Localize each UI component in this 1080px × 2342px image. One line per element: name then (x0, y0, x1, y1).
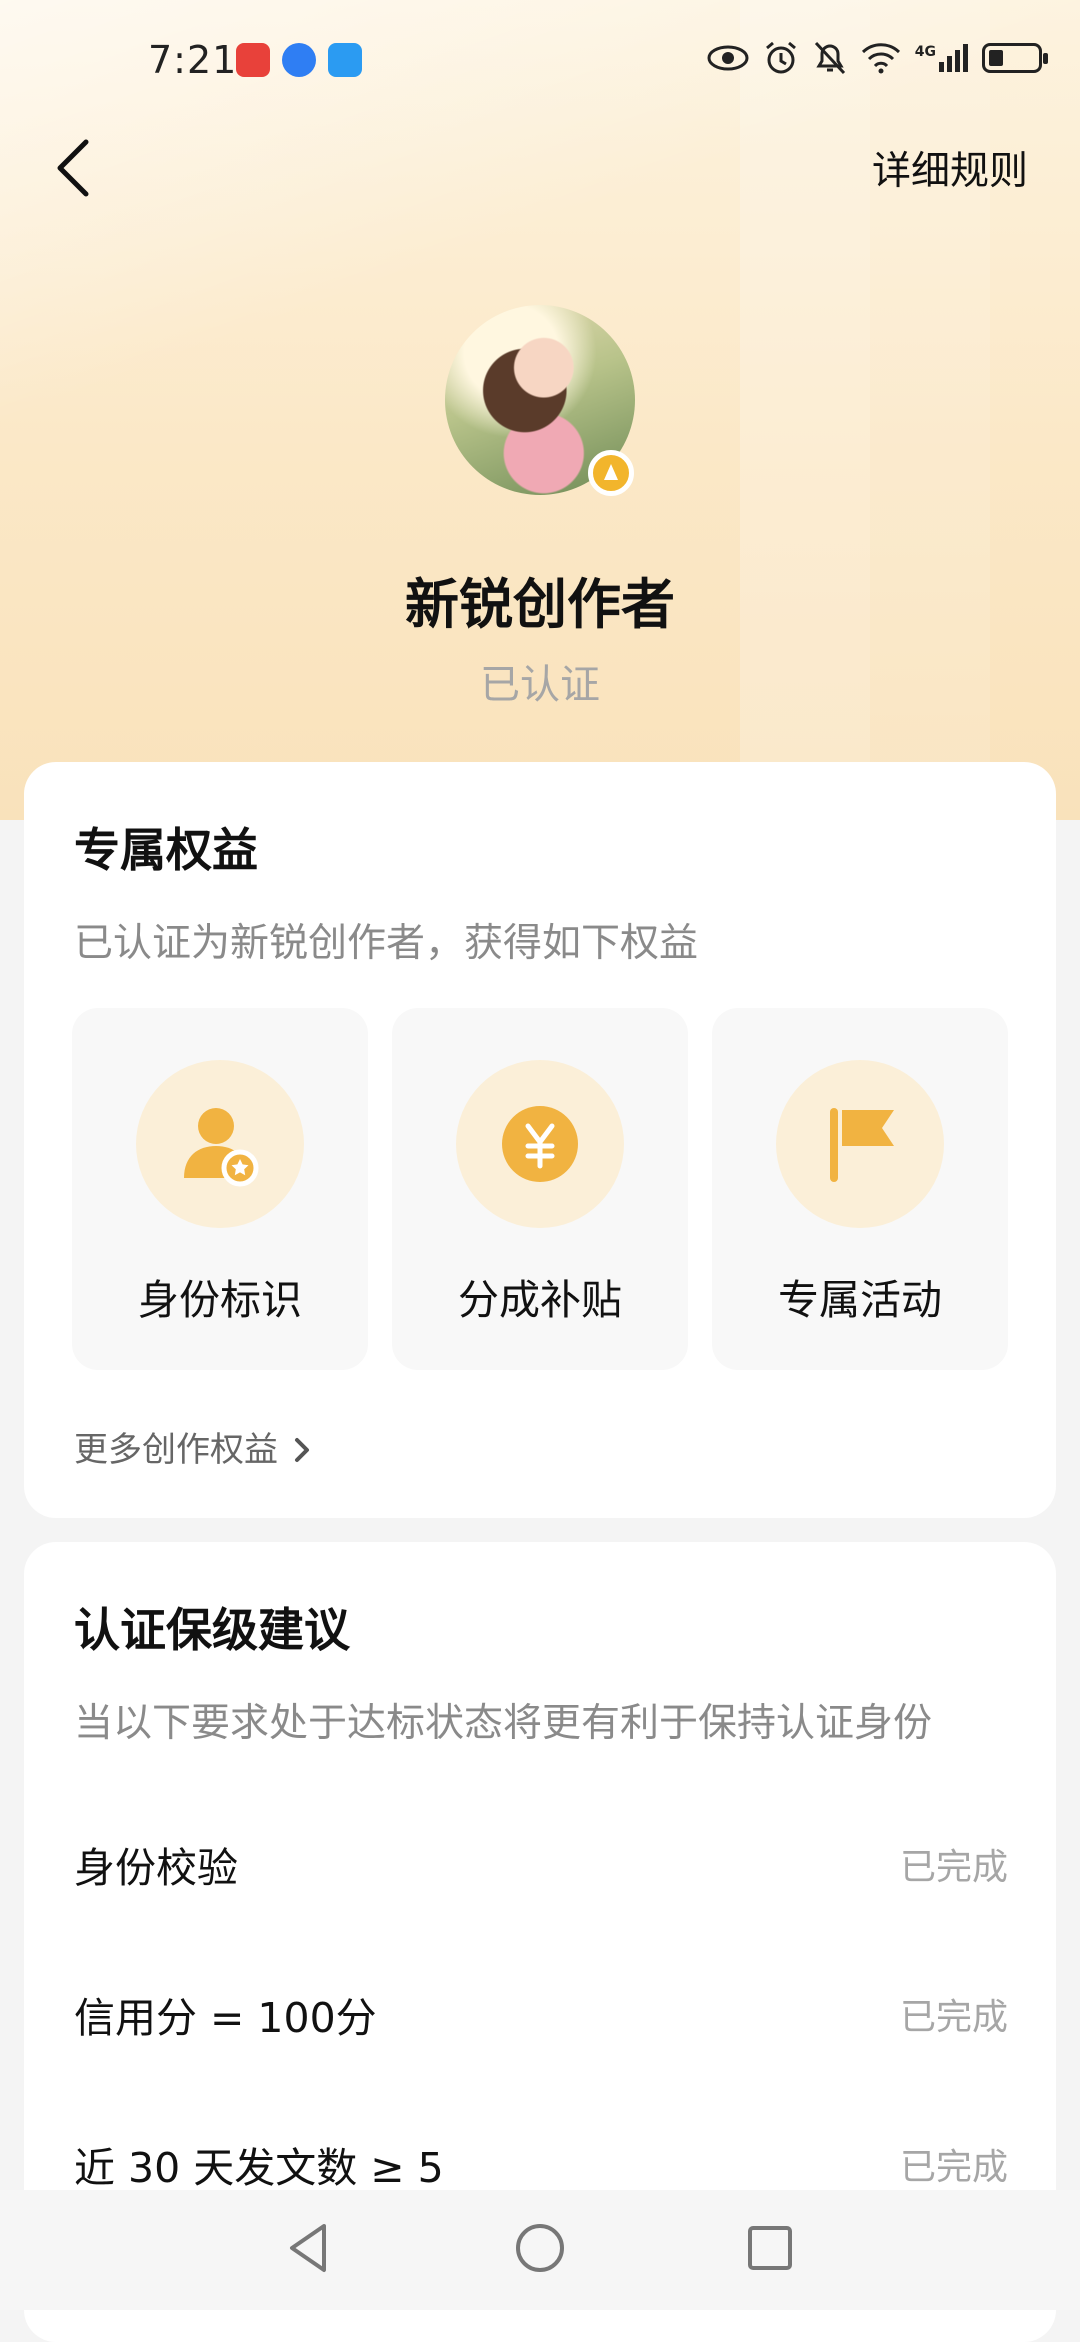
requirement-label: 近 30 天发文数 ≥ 5 (74, 2144, 444, 2192)
user-badge-icon (184, 1108, 259, 1187)
requirement-state: 已完成 (899, 1847, 1008, 1888)
benefit-icon-bg (136, 1060, 304, 1228)
benefits-subtitle: 已认证为新锐创作者，获得如下权益 (74, 921, 699, 966)
status-icons: 4G (707, 40, 1048, 76)
mute-icon (814, 41, 845, 75)
benefits-title: 专属权益 (74, 823, 258, 877)
requirements-title: 认证保级建议 (74, 1603, 350, 1657)
requirement-state: 已完成 (899, 1997, 1008, 2038)
more-benefits-link[interactable]: 更多创作权益 (74, 1422, 311, 1471)
requirement-row: 身份校验 已完成 (74, 1834, 1008, 1904)
home-circle-icon[interactable] (510, 2218, 570, 2278)
requirement-state: 已完成 (899, 2147, 1008, 2188)
requirements-subtitle: 当以下要求处于达标状态将更有利于保持认证身份 (74, 1701, 933, 1746)
benefit-exclusive-events[interactable]: 专属活动 (712, 1008, 1008, 1370)
signal-icon: 4G (915, 44, 968, 72)
wifi-icon (861, 43, 900, 74)
network-type: 4G (914, 44, 936, 60)
requirement-label: 身份校验 (74, 1844, 238, 1892)
back-triangle-icon[interactable] (280, 2218, 340, 2278)
benefit-icon-bg (456, 1060, 624, 1228)
message-icon (328, 43, 362, 77)
rules-link[interactable]: 详细规则 (872, 140, 1028, 196)
flag-icon (830, 1108, 894, 1182)
benefit-revenue-subsidy[interactable]: 分成补贴 (392, 1008, 688, 1370)
benefit-label: 专属活动 (778, 1276, 942, 1324)
benefit-label: 身份标识 (138, 1276, 302, 1324)
system-nav-bar (0, 2190, 1080, 2310)
alarm-icon (765, 41, 796, 74)
more-benefits-label: 更多创作权益 (74, 1430, 278, 1470)
recents-square-icon[interactable] (740, 2218, 800, 2278)
profile-title: 新锐创作者 (405, 573, 675, 636)
browser-icon (282, 43, 316, 77)
battery-icon (982, 43, 1048, 73)
chevron-right-icon (294, 1438, 309, 1462)
creator-badge-icon (588, 450, 634, 496)
status-time: 7:21 (148, 38, 238, 82)
yuan-coin-icon (502, 1106, 578, 1182)
benefit-icon-bg (776, 1060, 944, 1228)
requirement-label: 信用分 = 100分 (74, 1994, 377, 2042)
requirement-row: 信用分 = 100分 已完成 (74, 1984, 1008, 2054)
status-bar: 7:21 4G (0, 0, 1080, 125)
huawei-appgallery-icon (236, 43, 270, 77)
benefit-identity[interactable]: 身份标识 (72, 1008, 368, 1370)
verification-status: 已认证 (480, 662, 600, 708)
benefit-label: 分成补贴 (458, 1276, 622, 1324)
eye-icon (707, 45, 749, 71)
back-button[interactable] (48, 138, 98, 198)
